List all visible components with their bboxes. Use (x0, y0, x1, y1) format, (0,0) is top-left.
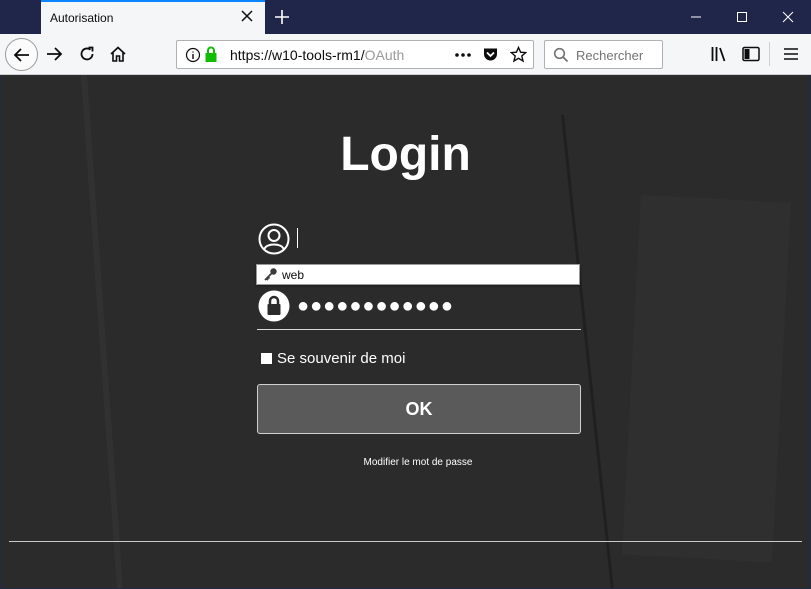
change-password-link[interactable]: Modifier le mot de passe (1, 457, 810, 468)
search-placeholder: Rechercher (576, 48, 644, 63)
search-icon (553, 47, 569, 68)
page-title: Login (340, 128, 471, 181)
window-close-icon[interactable] (765, 0, 811, 34)
url-bar[interactable]: https://w10-tools-rm1/OAuth (176, 40, 534, 69)
tab-title: Autorisation (50, 11, 114, 25)
background-streak (561, 114, 615, 588)
key-icon (263, 267, 278, 282)
browser-tab[interactable]: Autorisation (41, 0, 265, 34)
maximize-icon[interactable] (719, 0, 765, 34)
navigation-bar: https://w10-tools-rm1/OAuth Rechercher (0, 34, 811, 75)
autocomplete-suggestion[interactable]: web (256, 264, 580, 285)
forward-icon[interactable] (43, 43, 65, 65)
ok-button[interactable]: OK (257, 384, 581, 434)
autocomplete-text: web (282, 268, 305, 282)
home-icon[interactable] (107, 43, 129, 65)
reload-icon[interactable] (76, 43, 98, 65)
url-path: OAuth (364, 47, 405, 63)
sidebar-icon[interactable] (740, 43, 762, 65)
new-tab-plus-icon[interactable] (270, 5, 294, 29)
tab-close-icon[interactable] (239, 8, 255, 24)
url-host: https://w10-tools-rm1/ (230, 47, 365, 63)
menu-icon[interactable] (780, 43, 802, 65)
info-icon[interactable] (185, 47, 201, 68)
remember-me[interactable]: Se souvenir de moi (261, 350, 405, 367)
background-streak (622, 195, 791, 562)
remember-me-label: Se souvenir de moi (277, 350, 406, 367)
url-text: https://w10-tools-rm1/OAuth (230, 47, 438, 63)
title-bar: Autorisation (0, 0, 811, 34)
library-icon[interactable] (709, 43, 731, 65)
more-icon[interactable] (454, 47, 472, 68)
toolbar-separator (769, 42, 770, 66)
username-input[interactable] (297, 228, 298, 248)
pocket-icon[interactable] (482, 46, 499, 68)
minimize-icon[interactable] (673, 0, 719, 34)
search-bar[interactable]: Rechercher (544, 40, 663, 69)
lock-icon (258, 290, 290, 322)
footer-divider (9, 541, 802, 542)
star-icon[interactable] (509, 45, 528, 68)
back-icon[interactable] (5, 38, 38, 71)
page-content: Login web ●●●●●●●●●●●● Se souvenir de mo… (1, 75, 810, 588)
remember-me-checkbox[interactable] (261, 353, 272, 364)
password-underline (257, 329, 581, 330)
password-input[interactable]: ●●●●●●●●●●●● (297, 295, 454, 318)
secure-lock-icon (204, 46, 218, 68)
user-icon (258, 223, 290, 255)
